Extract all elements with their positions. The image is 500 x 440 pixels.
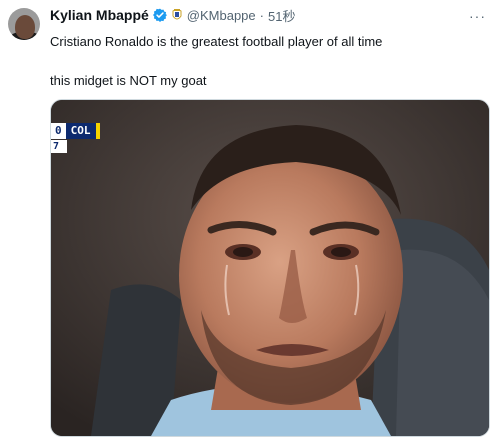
scorebug: 0 COL [51,123,100,139]
tweet-header: Kylian Mbappé @KMbappe · 51秒 [50,5,295,25]
scorebug-score: 0 [51,123,66,139]
avatar-face [15,15,35,39]
scorebug-team: COL [65,123,96,139]
verified-badge-icon [152,8,167,22]
club-crest-icon [171,8,183,22]
scorebug-sub-value: 7 [51,140,67,153]
tweet-timestamp[interactable]: 51秒 [268,6,295,25]
tweet-text-line-2: this midget is NOT my goat [50,73,207,88]
meta-separator: · [259,7,264,23]
more-options-icon[interactable]: ··· [469,8,486,24]
tweet-card[interactable]: Kylian Mbappé @KMbappe · 51秒 ··· Cristia… [0,0,500,440]
author-name[interactable]: Kylian Mbappé [50,7,149,23]
author-handle[interactable]: @KMbappe [187,8,256,23]
scorebug-accent-bar [95,123,100,139]
tweet-media-image[interactable]: 0 COL 7 [50,99,490,437]
crying-player-photo [51,100,489,436]
tweet-text-line-1: Cristiano Ronaldo is the greatest footba… [50,34,383,49]
avatar[interactable] [8,8,40,40]
